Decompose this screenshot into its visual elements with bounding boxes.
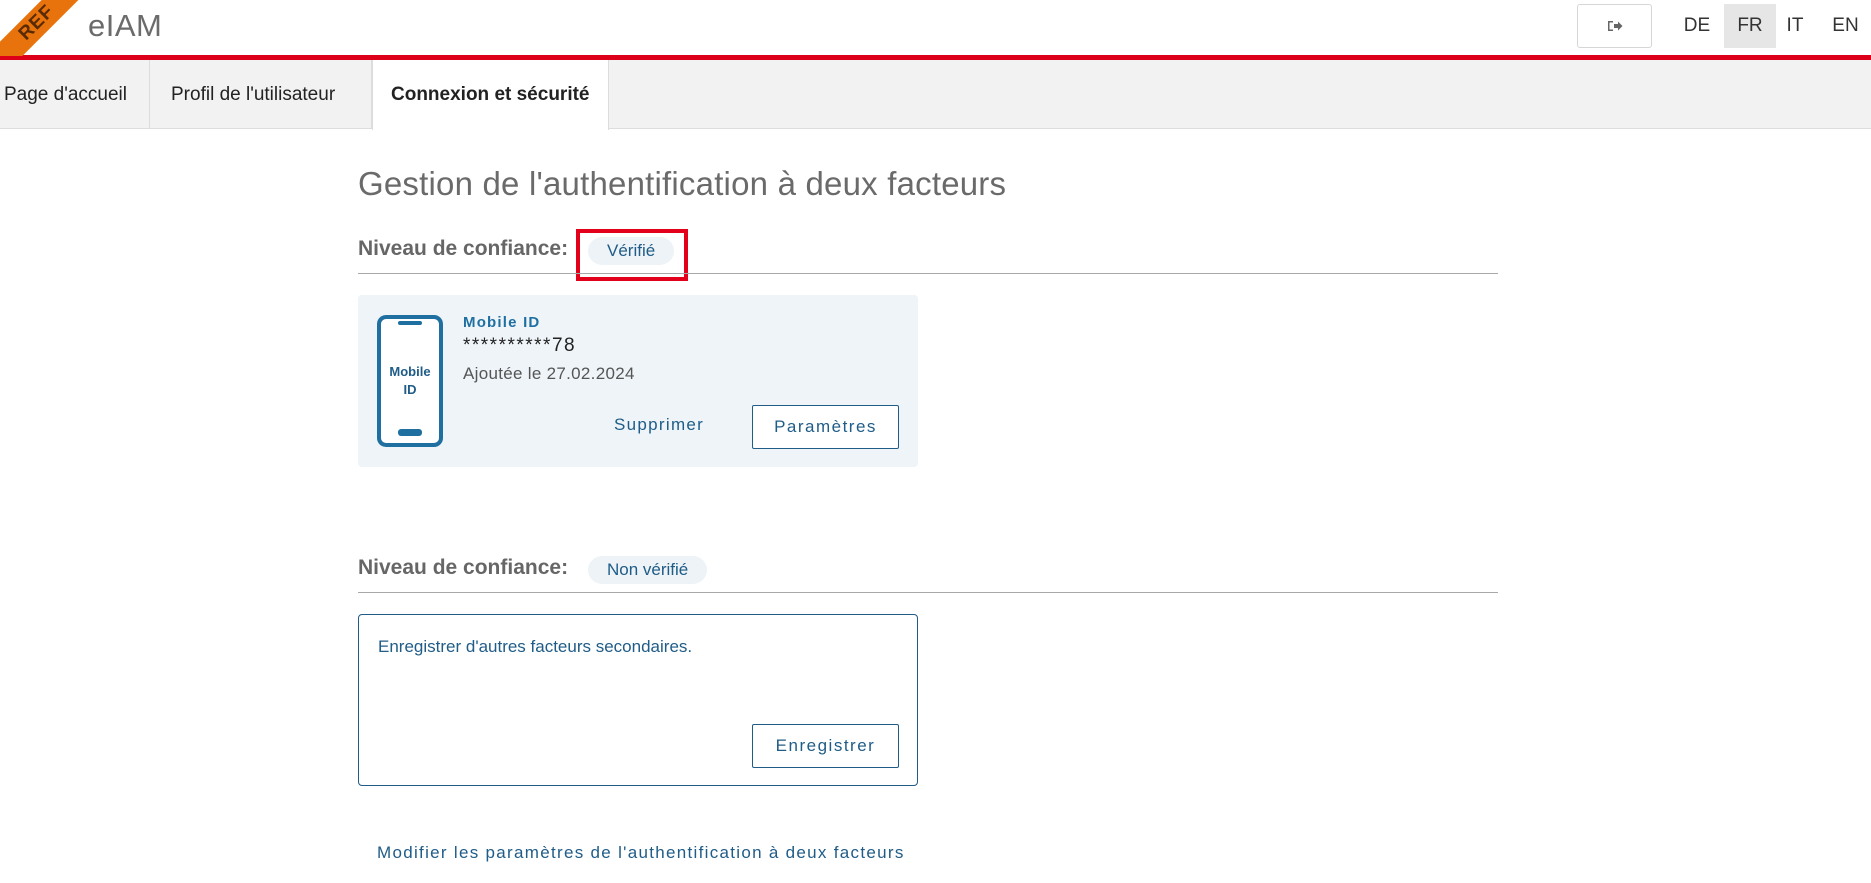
factor-name: Mobile ID (463, 314, 541, 331)
phone-icon-label-line2: ID (403, 382, 417, 397)
lang-de[interactable]: DE (1671, 4, 1723, 48)
header: REF eIAM DE FR IT EN (0, 0, 1871, 60)
trust-level-label-verified: Niveau de confiance: (358, 237, 569, 260)
tab-home[interactable]: Page d'accueil (0, 60, 150, 129)
register-description: Enregistrer d'autres facteurs secondaire… (378, 637, 693, 656)
page-title: Gestion de l'authentification à deux fac… (358, 165, 1007, 202)
factor-settings-button[interactable]: Paramètres (752, 405, 899, 449)
factor-phone-number: **********78 (463, 335, 577, 356)
trust-level-label-unverified: Niveau de confiance: (358, 556, 569, 579)
brand-logo[interactable]: eIAM (88, 8, 162, 44)
tab-user-profile[interactable]: Profil de l'utilisateur (150, 60, 372, 129)
lang-fr[interactable]: FR (1724, 4, 1776, 48)
lang-it[interactable]: IT (1771, 4, 1819, 48)
environment-ribbon-label: REF (0, 0, 90, 56)
phone-home-button (398, 429, 422, 436)
mobile-id-factor-card: Mobile ID Mobile ID **********78 Ajoutée… (358, 295, 918, 467)
section-divider (358, 592, 1498, 593)
lang-en[interactable]: EN (1820, 4, 1871, 48)
mobile-phone-icon: Mobile ID (377, 315, 443, 447)
register-button[interactable]: Enregistrer (752, 724, 899, 768)
logout-button[interactable] (1577, 4, 1652, 48)
sign-out-icon (1607, 21, 1622, 31)
phone-icon-label-line1: Mobile (389, 364, 431, 379)
modify-2fa-settings-link[interactable]: Modifier les paramètres de l'authentific… (377, 843, 905, 863)
phone-icon-label: Mobile ID (381, 363, 439, 399)
trust-level-badge-unverified: Non vérifié (588, 556, 708, 584)
register-factor-card: Enregistrer d'autres facteurs secondaire… (358, 614, 918, 786)
delete-factor-button[interactable]: Supprimer (614, 415, 704, 435)
phone-speaker (398, 321, 422, 325)
tab-login-security[interactable]: Connexion et sécurité (372, 60, 609, 130)
environment-ribbon: REF (0, 0, 90, 56)
section-divider (358, 273, 1498, 274)
factor-added-date: Ajoutée le 27.02.2024 (463, 364, 635, 383)
main-nav-tabs: Page d'accueil Profil de l'utilisateur C… (0, 60, 1871, 130)
